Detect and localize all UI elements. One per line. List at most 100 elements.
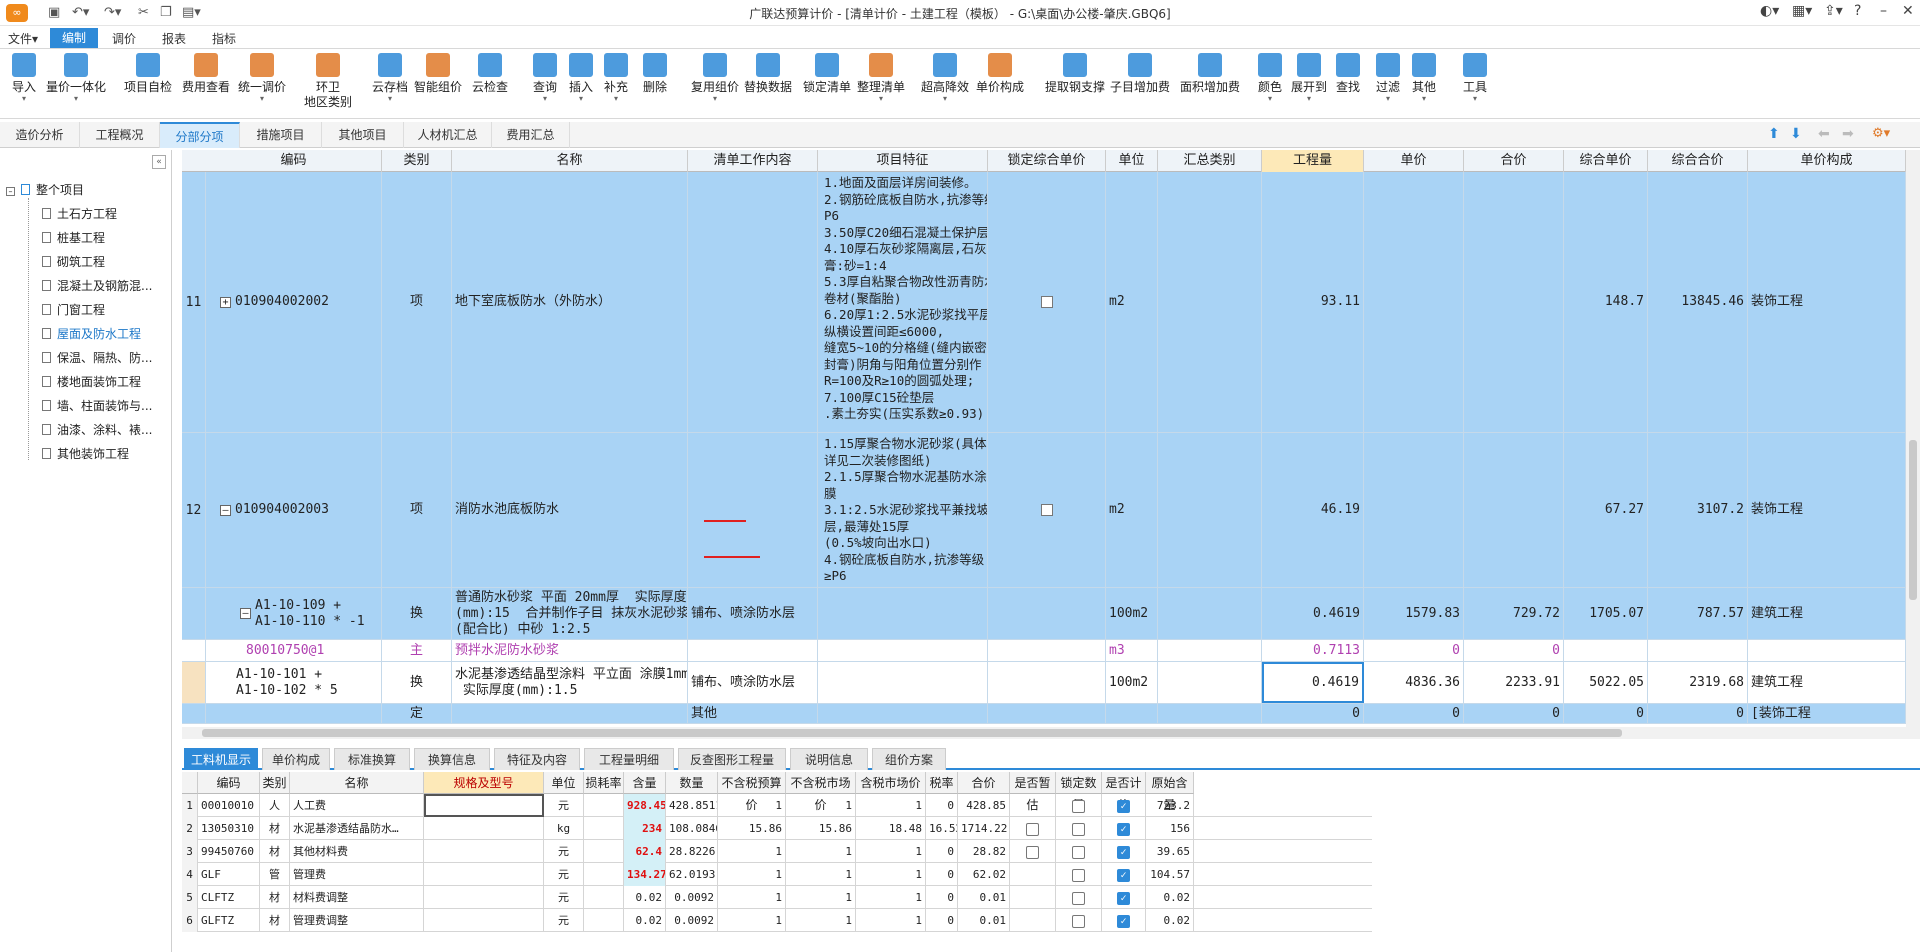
- cell-lock[interactable]: [988, 172, 1106, 432]
- cell-qty[interactable]: 0.4619: [1262, 662, 1364, 703]
- detail-cell-15[interactable]: [1056, 909, 1102, 932]
- detail-row-4[interactable]: 5 CLFTZ 材材料费调整元 0.02 0.0092 1 1 1 0 0.01 ✓ 0.02: [182, 886, 1372, 909]
- detail-cell-15[interactable]: [1056, 886, 1102, 909]
- detail-cell-16[interactable]: ✓: [1102, 863, 1146, 886]
- detail-cell-4[interactable]: [424, 794, 544, 817]
- tree-item-1[interactable]: 桩基工程: [42, 228, 105, 248]
- detail-cell-14[interactable]: [1010, 817, 1056, 840]
- detail-header-17[interactable]: 原始含量: [1146, 772, 1194, 812]
- lock-checkbox[interactable]: [1040, 296, 1053, 308]
- cell-qty[interactable]: 0.7113: [1262, 640, 1364, 661]
- lock-checkbox[interactable]: [1040, 504, 1053, 516]
- minimize-icon[interactable]: –: [1880, 3, 1887, 19]
- grid-row-3[interactable]: 80010750@1 主 预拌水泥防水砂浆 m3 0.7113 0 0: [182, 640, 1906, 662]
- detail-cell-14[interactable]: [1010, 840, 1056, 863]
- tree-item-7[interactable]: 楼地面装饰工程: [42, 372, 141, 392]
- detail-row-3[interactable]: 4 GLF 管管理费元 134.27 62.0193 1 1 1 0 62.02 ✓ 104.57: [182, 863, 1372, 886]
- detail-cell-17[interactable]: 0.02: [1146, 886, 1194, 909]
- vertical-scrollbar[interactable]: [1906, 150, 1920, 739]
- unchecked-checkbox-icon[interactable]: [1026, 822, 1039, 836]
- grid-row-2[interactable]: – A1-10-109 + A1-10-110 * -1 换 普通防水砂浆 平面 20…: [182, 588, 1906, 640]
- expand-icon[interactable]: +: [220, 296, 231, 308]
- detail-cell-16[interactable]: ✓: [1102, 886, 1146, 909]
- ribbon-button-20[interactable]: 子目增加费: [1104, 53, 1176, 95]
- detail-cell-15[interactable]: [1056, 794, 1102, 817]
- detail-row-1[interactable]: 2 13050310 材水泥基渗透结晶防水… kg 234 108.0846 15.86 15…: [182, 817, 1372, 840]
- menu-adjust[interactable]: 调价: [112, 30, 136, 47]
- close-icon[interactable]: ✕: [1902, 3, 1914, 19]
- col-header-10[interactable]: 合价: [1464, 150, 1564, 172]
- detail-cell-4[interactable]: [424, 817, 544, 840]
- detail-header-4[interactable]: 规格及型号: [424, 772, 544, 794]
- checked-checkbox-icon[interactable]: ✓: [1117, 891, 1130, 905]
- tree-item-9[interactable]: 油漆、涂料、裱...: [42, 420, 152, 440]
- unchecked-checkbox-icon[interactable]: [1072, 822, 1085, 836]
- cell-lock[interactable]: [988, 704, 1106, 723]
- move-right-icon[interactable]: ➡: [1842, 126, 1854, 142]
- col-header-11[interactable]: 综合单价: [1564, 150, 1648, 172]
- tree-item-8[interactable]: 墙、柱面装饰与...: [42, 396, 152, 416]
- help-icon[interactable]: ?: [1854, 3, 1861, 19]
- detail-tab-2[interactable]: 标准换算: [334, 748, 410, 770]
- detail-tab-4[interactable]: 特征及内容: [494, 748, 580, 770]
- cell-qty[interactable]: 0.4619: [1262, 588, 1364, 639]
- detail-header-5[interactable]: 单位: [544, 772, 584, 794]
- unchecked-checkbox-icon[interactable]: [1072, 891, 1085, 905]
- cell-qty[interactable]: 46.19: [1262, 433, 1364, 587]
- col-header-2[interactable]: 名称: [452, 150, 688, 172]
- tree-root[interactable]: – 整个项目: [6, 180, 84, 200]
- collapse-icon[interactable]: –: [220, 504, 231, 516]
- detail-row-0[interactable]: 1 00010010 人人工费元 928.45 428.8511 1 1 1 0 428.85 ✓ 7…: [182, 794, 1372, 817]
- grid-row-0[interactable]: 11 +010904002002 项地下室底板防水（外防水） 1.地面及面层详房间装修…: [182, 172, 1906, 433]
- checked-checkbox-icon[interactable]: ✓: [1117, 822, 1130, 836]
- cell-lock[interactable]: [988, 640, 1106, 661]
- globe-icon[interactable]: ◐▾: [1760, 3, 1779, 19]
- tab-3[interactable]: 措施项目: [240, 122, 322, 148]
- detail-tab-0[interactable]: 工料机显示: [184, 748, 258, 770]
- tab-0[interactable]: 造价分析: [0, 122, 80, 148]
- unchecked-checkbox-icon[interactable]: [1026, 845, 1039, 859]
- ribbon-button-4[interactable]: 统一调价 ▾: [226, 53, 298, 103]
- detail-cell-14[interactable]: [1010, 794, 1056, 817]
- move-up-icon[interactable]: ⬆: [1768, 126, 1780, 142]
- checked-checkbox-icon[interactable]: ✓: [1117, 868, 1130, 882]
- cell-qty[interactable]: 93.11: [1262, 172, 1364, 432]
- detail-cell-16[interactable]: ✓: [1102, 840, 1146, 863]
- grid-row-4[interactable]: A1-10-101 + A1-10-102 * 5 换 水泥基渗透结晶型涂料 平立面…: [182, 662, 1906, 704]
- ribbon-button-27[interactable]: 工具 ▾: [1439, 53, 1511, 103]
- tab-6[interactable]: 费用汇总: [492, 122, 570, 148]
- detail-cell-17[interactable]: 723.2: [1146, 794, 1194, 817]
- detail-cell-17[interactable]: 156: [1146, 817, 1194, 840]
- detail-cell-15[interactable]: [1056, 840, 1102, 863]
- menu-file[interactable]: 文件▾: [8, 30, 38, 47]
- cell-lock[interactable]: [988, 588, 1106, 639]
- menu-index[interactable]: 指标: [212, 30, 236, 47]
- detail-row-2[interactable]: 3 99450760 材其他材料费元 62.4 28.8226 1 1 1 0 28.82 ✓ 39.…: [182, 840, 1372, 863]
- detail-cell-17[interactable]: 0.02: [1146, 909, 1194, 932]
- detail-cell-15[interactable]: [1056, 863, 1102, 886]
- col-header-13[interactable]: 单价构成: [1748, 150, 1906, 172]
- collapse-sidebar-icon[interactable]: «: [152, 155, 166, 169]
- grid-row-5[interactable]: 定 其他 0 0 0 0 0 [装饰工程: [182, 704, 1906, 724]
- menu-edit[interactable]: 编制: [50, 28, 99, 48]
- horizontal-scrollbar[interactable]: [182, 727, 1906, 739]
- detail-cell-16[interactable]: ✓: [1102, 817, 1146, 840]
- tree-item-10[interactable]: 其他装饰工程: [42, 444, 129, 464]
- detail-header-12[interactable]: 税率: [926, 772, 958, 794]
- checked-checkbox-icon[interactable]: ✓: [1117, 845, 1130, 859]
- detail-header-10[interactable]: 不含税市场价: [786, 772, 856, 812]
- col-header-0[interactable]: 编码: [206, 150, 382, 172]
- detail-header-2[interactable]: 类别: [260, 772, 290, 794]
- col-header-3[interactable]: 清单工作内容: [688, 150, 818, 172]
- detail-header-3[interactable]: 名称: [290, 772, 424, 794]
- detail-tab-3[interactable]: 换算信息: [414, 748, 490, 770]
- unchecked-checkbox-icon[interactable]: [1072, 914, 1085, 928]
- cell-lock[interactable]: [988, 433, 1106, 587]
- col-header-1[interactable]: 类别: [382, 150, 452, 172]
- detail-header-6[interactable]: 损耗率: [584, 772, 624, 794]
- detail-cell-14[interactable]: [1010, 886, 1056, 909]
- tab-5[interactable]: 人材机汇总: [404, 122, 492, 148]
- tree-item-6[interactable]: 保温、隔热、防...: [42, 348, 152, 368]
- detail-tab-1[interactable]: 单价构成: [262, 748, 330, 770]
- collapse-icon[interactable]: –: [240, 608, 251, 619]
